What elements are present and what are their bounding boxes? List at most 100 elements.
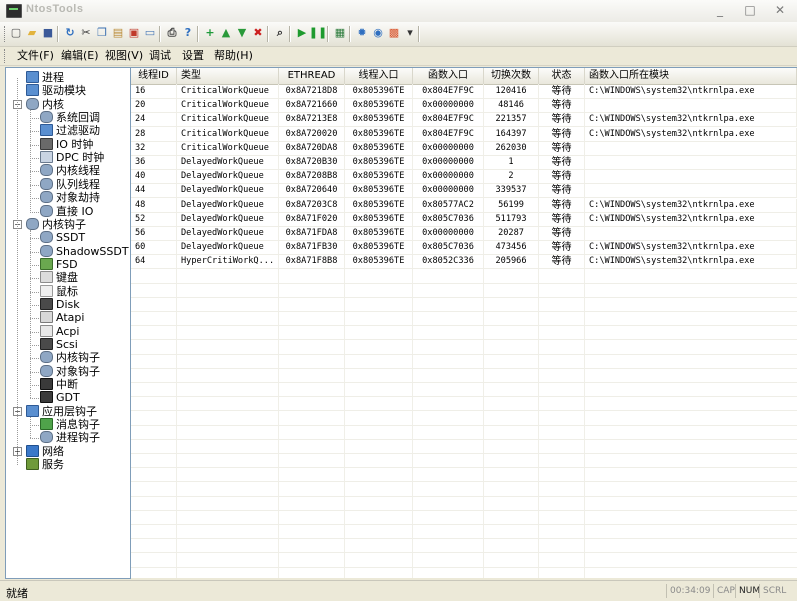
table-cell: 0x805396TE — [345, 127, 413, 141]
toolbar-dropdown-icon[interactable]: ▾ — [402, 25, 418, 41]
maximize-button[interactable]: □ — [743, 3, 757, 17]
pause-icon[interactable]: ❚❚ — [309, 25, 327, 41]
status-indicator-num: NUM — [735, 584, 760, 598]
menu-item[interactable]: 帮助(H) — [214, 49, 253, 63]
tree-node-label: DPC 时钟 — [56, 151, 105, 165]
gear-icon — [40, 244, 53, 257]
play-icon[interactable]: ▶ — [294, 25, 310, 41]
table-row[interactable]: 40 DelayedWorkQueue 0x8A7208B8 0x805396TE 0x… — [131, 170, 797, 185]
toolbar-grip[interactable] — [4, 26, 7, 42]
menu-item[interactable]: 调试 — [149, 49, 171, 63]
delete-icon[interactable]: ✖ — [250, 25, 266, 41]
tree-connector — [30, 198, 39, 200]
gear-icon — [40, 191, 53, 204]
table-cell — [585, 156, 797, 169]
tree-node-label: 进程钩子 — [56, 431, 100, 445]
menubar-grip[interactable] — [4, 49, 7, 63]
table-cell: 0x00000000 — [413, 156, 484, 169]
column-header[interactable]: 切换次数 — [484, 68, 539, 84]
table-row — [131, 355, 797, 369]
table-row — [131, 270, 797, 284]
column-header[interactable]: 状态 — [539, 68, 585, 84]
search-icon[interactable]: ⌕ — [272, 25, 288, 41]
table-cell: 28 — [131, 127, 177, 141]
window-icon[interactable]: ▭ — [142, 25, 158, 41]
close-button[interactable]: ✕ — [773, 3, 787, 17]
table-cell: C:\WINDOWS\system32\ntkrnlpa.exe — [585, 85, 797, 98]
column-header[interactable]: 函数入口所在模块 — [585, 68, 797, 84]
table-row[interactable]: 48 DelayedWorkQueue 0x8A7203C8 0x805396TE 0x… — [131, 198, 797, 213]
help-icon[interactable]: ? — [180, 25, 196, 41]
minimize-button[interactable]: _ — [713, 3, 727, 17]
table-cell: C:\WINDOWS\system32\ntkrnlpa.exe — [585, 113, 797, 127]
toolbar-separator — [267, 26, 269, 42]
table-cell: 0x805396TE — [345, 241, 413, 255]
table-cell: 0x8A7208B8 — [279, 170, 345, 184]
copy-icon[interactable]: ❐ — [94, 25, 110, 41]
table-row — [131, 568, 797, 578]
table-cell: 0x805396TE — [345, 113, 413, 127]
menu-item[interactable]: 设置 — [182, 49, 204, 63]
status-time: 00:34:09 — [666, 584, 710, 598]
table-cell: 0x8A7218D8 — [279, 85, 345, 98]
table-cell: 20 — [131, 99, 177, 113]
table-row[interactable]: 44 DelayedWorkQueue 0x8A720640 0x805396TE 0x… — [131, 184, 797, 199]
add-icon[interactable]: + — [202, 25, 218, 41]
monitor-icon[interactable]: ▦ — [332, 25, 348, 41]
table-cell: CriticalWorkQueue — [177, 141, 279, 155]
print-icon[interactable]: ⎙ — [164, 25, 180, 41]
menu-item[interactable]: 文件(F) — [17, 49, 54, 63]
column-header[interactable]: 线程入口 — [345, 68, 413, 84]
save-icon[interactable]: ■ — [40, 25, 56, 41]
table-cell: 等待 — [539, 127, 585, 141]
gear-icon — [40, 431, 53, 444]
table-row[interactable]: 60 DelayedWorkQueue 0x8A71FB30 0x805396TE 0x… — [131, 241, 797, 256]
table-row[interactable]: 56 DelayedWorkQueue 0x8A71FDA8 0x805396TE 0x… — [131, 227, 797, 241]
menu-item[interactable]: 视图(V) — [105, 49, 143, 63]
tree-node-label: 键盘 — [56, 271, 78, 285]
table-cell: 0x00000000 — [413, 99, 484, 113]
table-cell: 0x805396TE — [345, 170, 413, 184]
refresh-icon[interactable]: ↻ — [62, 25, 78, 41]
network-icon[interactable]: ◉ — [370, 25, 386, 41]
tree-connector — [30, 144, 39, 146]
table-row[interactable]: 28 CriticalWorkQueue 0x8A720020 0x805396TE 0… — [131, 127, 797, 142]
table-row[interactable]: 36 DelayedWorkQueue 0x8A720B30 0x805396TE 0x… — [131, 156, 797, 170]
table-row[interactable]: 64 HyperCritiWorkQ... 0x8A71F8B8 0x805396TE… — [131, 255, 797, 270]
cut-icon[interactable]: ✂ — [78, 25, 94, 41]
color-palette-icon[interactable]: ▩ — [386, 25, 402, 41]
gear-icon — [40, 177, 53, 190]
window-title: NtosTools — [26, 3, 84, 15]
new-doc-icon[interactable]: ▢ — [8, 25, 24, 41]
export-icon[interactable]: ▣ — [126, 25, 142, 41]
tree-connector — [30, 318, 39, 320]
paste-icon[interactable]: ▤ — [110, 25, 126, 41]
up-arrow-icon[interactable]: ▲ — [218, 25, 234, 41]
down-arrow-icon[interactable]: ▼ — [234, 25, 250, 41]
tree-node-label: SSDT — [56, 231, 86, 245]
table-cell: DelayedWorkQueue — [177, 227, 279, 240]
tree-node-label: 系统回调 — [56, 111, 100, 125]
open-folder-icon[interactable]: ▰ — [24, 25, 40, 41]
table-row — [131, 312, 797, 327]
table-cell: CriticalWorkQueue — [177, 85, 279, 98]
menu-item[interactable]: 编辑(E) — [61, 49, 99, 63]
settings-icon[interactable]: ✹ — [354, 25, 370, 41]
column-header[interactable]: 类型 — [177, 68, 279, 84]
tree-node-label: 网络 — [42, 444, 64, 458]
table-row[interactable]: 24 CriticalWorkQueue 0x8A7213E8 0x805396TE 0… — [131, 113, 797, 128]
column-header[interactable]: 线程ID — [131, 68, 177, 84]
table-row[interactable]: 32 CriticalWorkQueue 0x8A720DA8 0x805396TE 0… — [131, 141, 797, 156]
toolbar-separator — [197, 26, 199, 42]
mouse-icon — [40, 284, 53, 297]
column-header[interactable]: 函数入口 — [413, 68, 484, 84]
column-header[interactable]: ETHREAD — [279, 68, 345, 84]
table-row — [131, 454, 797, 469]
status-indicator-cap: CAP — [713, 584, 735, 598]
gear-icon — [26, 97, 39, 110]
tree-node-label: 内核 — [42, 97, 64, 111]
table-row[interactable]: 52 DelayedWorkQueue 0x8A71F020 0x805396TE 0x… — [131, 212, 797, 227]
table-row[interactable]: 16 CriticalWorkQueue 0x8A7218D8 0x805396TE 0… — [131, 85, 797, 99]
table-cell — [585, 184, 797, 198]
table-row[interactable]: 20 CriticalWorkQueue 0x8A721660 0x805396TE 0… — [131, 99, 797, 114]
